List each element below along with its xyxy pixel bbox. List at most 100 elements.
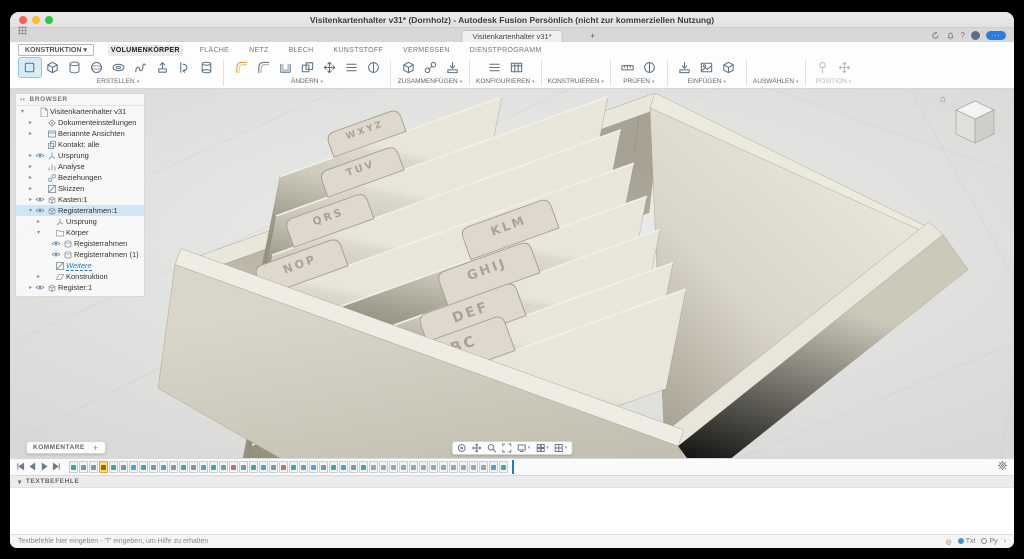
timeline-feature-pattern[interactable] — [459, 461, 468, 473]
timeline-feature-fillet[interactable] — [309, 461, 318, 473]
tree-chevron-icon[interactable]: ▾ — [27, 207, 34, 214]
browser-tree-item[interactable]: ▸ Dokumenteinstellungen — [16, 117, 144, 128]
timeline-feature-pattern[interactable] — [389, 461, 398, 473]
browser-tree-item[interactable]: ▸ Register:1 — [16, 282, 144, 293]
comments-bar[interactable]: KOMMENTARE + — [26, 441, 106, 454]
timeline-feature-sketch[interactable] — [209, 461, 218, 473]
timeline-feature-extrude[interactable] — [349, 461, 358, 473]
timeline-feature-extrude[interactable] — [79, 461, 88, 473]
browser-tree-item[interactable]: ▸ Ursprung — [16, 150, 144, 161]
ribbon-tab-dienstprogramm[interactable]: DIENSTPROGRAMM — [467, 45, 545, 56]
play-button[interactable] — [40, 458, 49, 476]
timeline-feature-extrude[interactable] — [269, 461, 278, 473]
browser-tree-item[interactable]: ▸ Ursprung — [16, 216, 144, 227]
grid-tool-icon[interactable]: ▾ — [535, 443, 549, 453]
move-tool-button[interactable] — [834, 58, 856, 77]
timeline-feature-pattern[interactable] — [429, 461, 438, 473]
ribbon-group-label[interactable]: ÄNDERN ▾ — [291, 78, 323, 85]
timeline-feature-extrude[interactable] — [239, 461, 248, 473]
ribbon-group-label[interactable]: EINFÜGEN ▾ — [688, 78, 726, 85]
timeline-feature-pattern[interactable] — [439, 461, 448, 473]
browser-tree-item[interactable]: Kontakt: alle — [16, 139, 144, 150]
browser-tree-item[interactable]: ▾ Visitenkartenhalter v31 — [16, 106, 144, 117]
browser-tree-item[interactable]: ▸ Benannte Ansichten — [16, 128, 144, 139]
timeline-position-marker[interactable] — [512, 460, 514, 474]
skip-to-end-button[interactable] — [52, 458, 61, 476]
browser-tree-item[interactable]: ▸ Konstruktion — [16, 271, 144, 282]
cube-tool-button[interactable] — [718, 58, 740, 77]
timeline-feature-sketch[interactable] — [359, 461, 368, 473]
timeline-feature-extrude[interactable] — [119, 461, 128, 473]
timeline-feature-sketch[interactable] — [109, 461, 118, 473]
timeline-feature-selected[interactable] — [99, 461, 108, 473]
ribbon-group-label[interactable]: KONFIGURIEREN ▾ — [476, 78, 535, 85]
tree-chevron-icon[interactable]: ▸ — [27, 163, 34, 170]
timeline-feature-pattern[interactable] — [419, 461, 428, 473]
pin-tool-button[interactable] — [812, 58, 834, 77]
sphere-tool-button[interactable] — [85, 58, 107, 77]
timeline-feature-extrude[interactable] — [189, 461, 198, 473]
orbit-tool-icon[interactable] — [457, 443, 467, 453]
ribbon-tab-volumenkörper[interactable]: VOLUMENKÖRPER — [107, 44, 183, 56]
timeline-feature-combine[interactable] — [279, 461, 288, 473]
visibility-eye-icon[interactable] — [34, 207, 46, 214]
torus-tool-button[interactable] — [107, 58, 129, 77]
browser-tree-item[interactable]: ▾ Registerrahmen:1 — [16, 205, 144, 216]
notification-badge-icon[interactable]: ··· — [986, 31, 1006, 40]
browser-tree-item[interactable]: Weitere — [16, 260, 144, 271]
visibility-eye-icon[interactable] — [34, 196, 46, 203]
browser-tree-item[interactable]: Registerrahmen — [16, 238, 144, 249]
cursor-tool-button[interactable] — [765, 58, 787, 77]
timeline-feature-sketch[interactable] — [499, 461, 508, 473]
timeline-feature-pattern[interactable] — [469, 461, 478, 473]
timeline-feature-fillet[interactable] — [489, 461, 498, 473]
tree-chevron-icon[interactable]: ▸ — [27, 284, 34, 291]
refresh-icon[interactable] — [931, 31, 940, 40]
ribbon-group-label[interactable]: KONSTRUIEREN ▾ — [548, 78, 604, 85]
fillet-tool-button[interactable] — [252, 58, 274, 77]
cube-tool-button[interactable] — [397, 58, 419, 77]
joint-tool-button[interactable] — [419, 58, 441, 77]
timeline-feature-sketch[interactable] — [329, 461, 338, 473]
timeline-feature-sketch[interactable] — [139, 461, 148, 473]
timeline-feature-fillet[interactable] — [129, 461, 138, 473]
visibility-eye-icon[interactable] — [50, 240, 62, 247]
timeline-feature-pattern[interactable] — [409, 461, 418, 473]
insert-tool-button[interactable] — [674, 58, 696, 77]
plane-tool-button[interactable] — [554, 58, 576, 77]
combine-tool-button[interactable] — [296, 58, 318, 77]
home-view-icon[interactable]: ⌂ — [940, 94, 946, 105]
timeline-feature-pattern[interactable] — [379, 461, 388, 473]
tree-chevron-icon[interactable]: ▾ — [35, 229, 42, 236]
ribbon-group-label[interactable]: AUSWÄHLEN ▾ — [753, 78, 799, 85]
fillet-tool-button[interactable] — [230, 58, 252, 77]
text-commands-header[interactable]: ▾ TEXTBEFEHLE — [10, 475, 1014, 487]
viewport-canvas[interactable]: WXYZTUVQRSNOPKLMGHIJDEFABC — [10, 89, 1014, 458]
tree-chevron-icon[interactable]: ▸ — [27, 185, 34, 192]
new-tab-button[interactable]: + — [590, 31, 595, 41]
collapse-console-icon[interactable]: › — [1004, 538, 1006, 545]
timeline-feature-pattern[interactable] — [399, 461, 408, 473]
ribbon-tab-fläche[interactable]: FLÄCHE — [197, 45, 232, 56]
timeline-feature-sketch[interactable] — [289, 461, 298, 473]
ribbon-group-label[interactable]: ZUSAMMENFÜGEN ▾ — [398, 78, 462, 85]
timeline-feature-fillet[interactable] — [159, 461, 168, 473]
display-tool-icon[interactable]: ▾ — [517, 443, 530, 453]
revolve-tool-button[interactable] — [173, 58, 195, 77]
viewcube[interactable]: ⌂ — [940, 94, 1006, 154]
timeline-feature-pattern[interactable] — [479, 461, 488, 473]
ribbon-tab-vermessen[interactable]: VERMESSEN — [400, 45, 453, 56]
timeline-feature-sketch[interactable] — [249, 461, 258, 473]
mode-toggle-txt[interactable]: Txt — [957, 538, 975, 545]
apps-grid-icon[interactable] — [18, 22, 27, 40]
section-tool-button[interactable] — [362, 58, 384, 77]
timeline-feature-sketch[interactable] — [179, 461, 188, 473]
tree-chevron-icon[interactable]: ▸ — [27, 119, 34, 126]
browser-tree-item[interactable]: ▸ Beziehungen — [16, 172, 144, 183]
fit-tool-icon[interactable] — [502, 443, 512, 453]
timeline-feature-extrude[interactable] — [89, 461, 98, 473]
tree-chevron-icon[interactable]: ▸ — [35, 273, 42, 280]
collapse-panel-icon[interactable]: ‹‹ — [20, 96, 26, 103]
measure-tool-button[interactable] — [617, 58, 639, 77]
browser-tree-item[interactable]: Registerrahmen (1) — [16, 249, 144, 260]
